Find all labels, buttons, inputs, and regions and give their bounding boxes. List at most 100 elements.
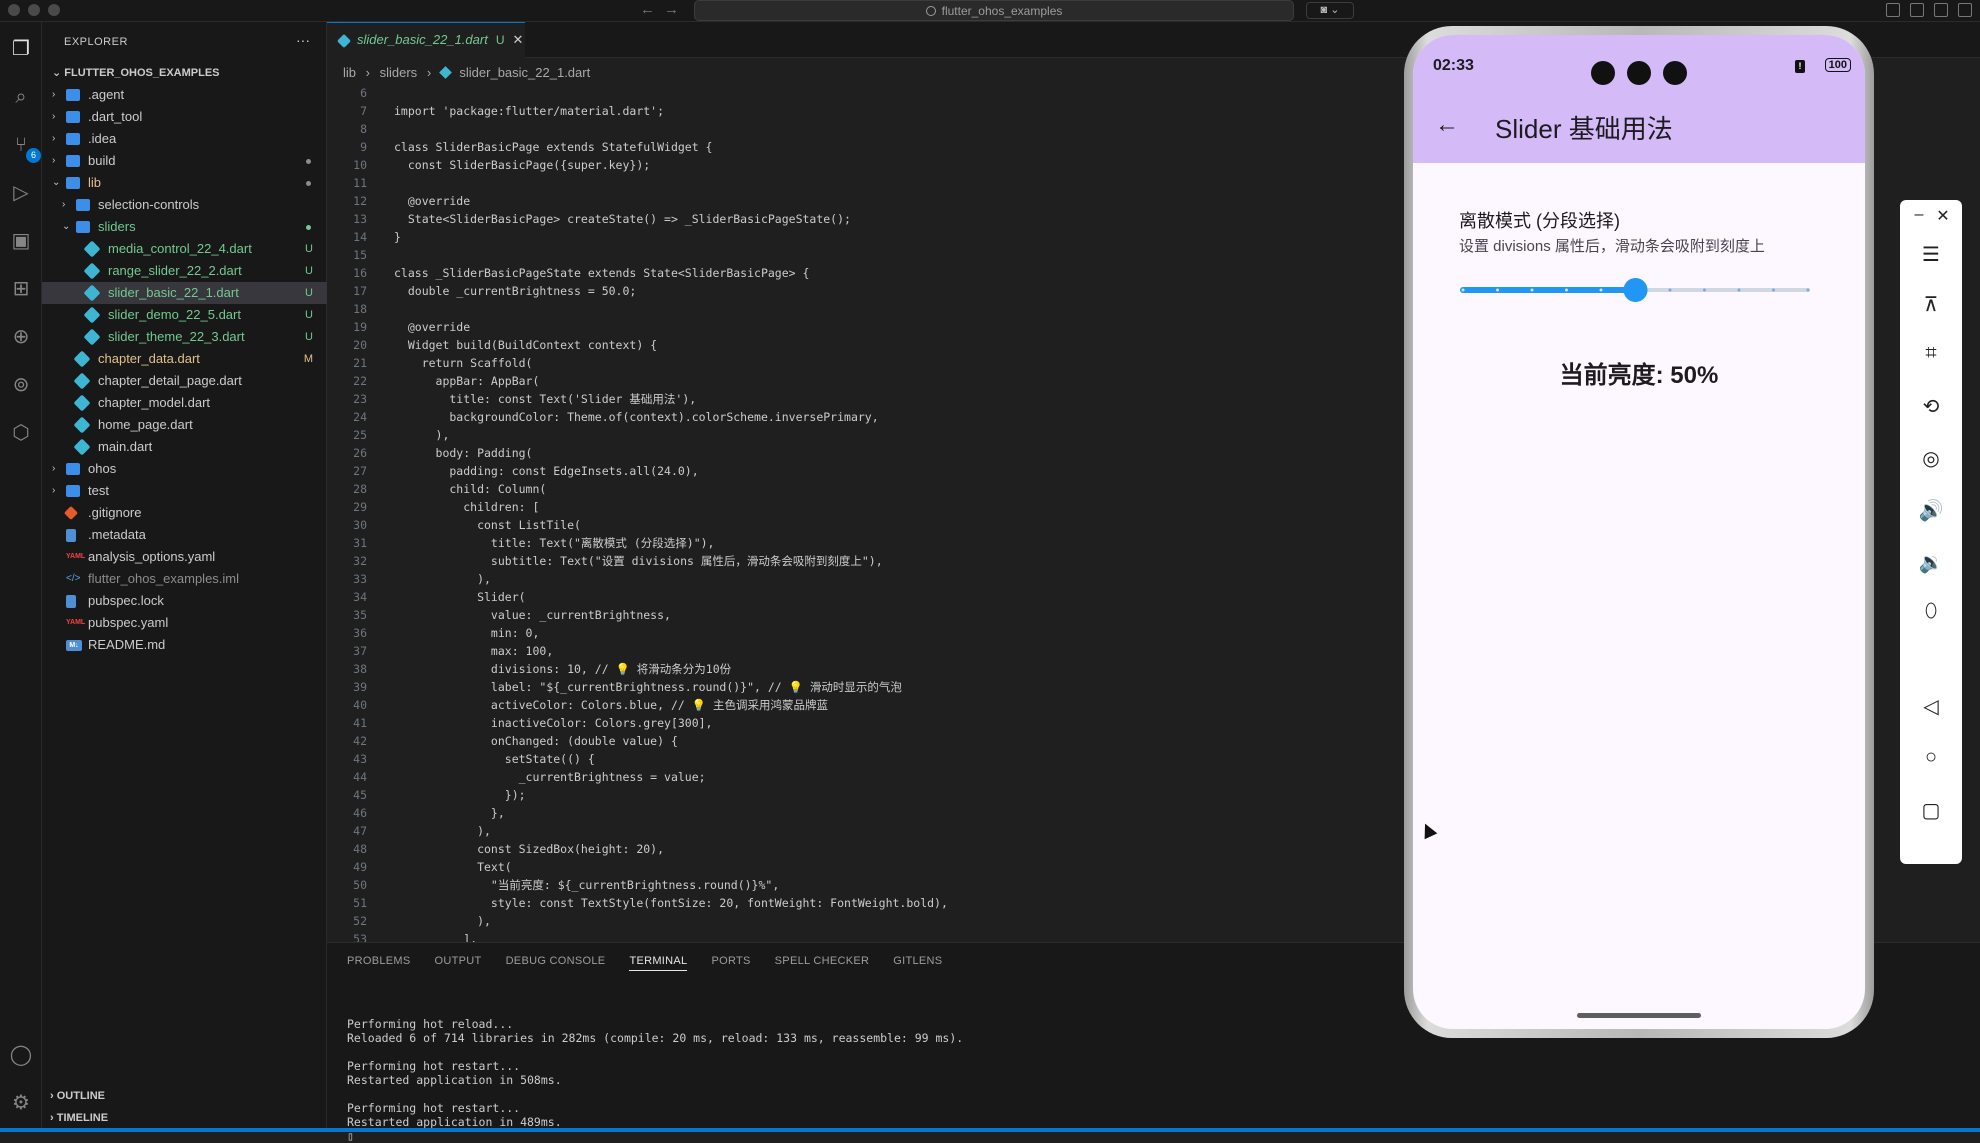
timeline-section[interactable]: › TIMELINE: [50, 1112, 108, 1124]
volume-down-icon[interactable]: 🔉: [1900, 550, 1962, 575]
close-icon[interactable]: ✕: [512, 32, 523, 47]
shake-icon[interactable]: ⬯: [1900, 600, 1962, 623]
code-text: setState(() {: [394, 752, 595, 766]
chevron-right-icon[interactable]: ›: [52, 480, 64, 502]
extensions-icon[interactable]: ⊞: [8, 276, 34, 302]
menu-icon[interactable]: ☰: [1900, 242, 1962, 267]
home-icon[interactable]: ○: [1900, 746, 1962, 769]
panel-tab[interactable]: PROBLEMS: [347, 955, 411, 967]
back-arrow-icon[interactable]: ←: [1435, 111, 1459, 139]
terminal-output[interactable]: Performing hot reload... Reloaded 6 of 71…: [347, 1003, 963, 1143]
rotate-icon[interactable]: ⟲: [1900, 394, 1962, 419]
toggle-secondary-sidebar-icon[interactable]: [1958, 3, 1972, 17]
chevron-right-icon[interactable]: ›: [62, 194, 74, 216]
tree-item[interactable]: .metadata: [42, 524, 327, 546]
toggle-panel-icon[interactable]: [1934, 3, 1948, 17]
tree-item-label: ohos: [88, 461, 117, 476]
code-text: divisions: 10, // 💡 将滑动条分为10份: [394, 662, 732, 676]
explorer-root[interactable]: ⌄ FLUTTER_OHOS_EXAMPLES: [52, 66, 220, 79]
panel-tab[interactable]: TERMINAL: [629, 955, 688, 971]
chevron-down-icon[interactable]: ⌄: [62, 216, 74, 238]
tree-item[interactable]: range_slider_22_2.dart U: [42, 260, 327, 282]
code-text: title: Text("离散模式 (分段选择)"),: [394, 536, 715, 550]
chevron-right-icon[interactable]: ›: [52, 106, 64, 128]
breadcrumb-item[interactable]: slider_basic_22_1.dart: [459, 65, 590, 80]
search-icon[interactable]: ⌕: [8, 84, 34, 110]
command-center-search[interactable]: flutter_ohos_examples: [694, 0, 1294, 21]
chevron-right-icon[interactable]: ›: [52, 458, 64, 480]
tree-item[interactable]: media_control_22_4.dart U: [42, 238, 327, 260]
nav-back-icon[interactable]: ←: [640, 1, 655, 18]
toggle-sidebar-icon[interactable]: [1910, 3, 1924, 17]
pin-top-icon[interactable]: ⊼: [1900, 292, 1962, 317]
close-window-button[interactable]: [8, 4, 20, 16]
panel-tab[interactable]: PORTS: [711, 955, 750, 967]
home-indicator[interactable]: [1577, 1013, 1701, 1018]
panel-tab[interactable]: GITLENS: [893, 955, 942, 967]
more-actions-icon[interactable]: ···: [296, 32, 310, 48]
tree-item[interactable]: YAML analysis_options.yaml: [42, 546, 327, 568]
git-graph-icon[interactable]: ⊚: [8, 372, 34, 398]
tree-item[interactable]: › test: [42, 480, 327, 502]
volume-up-icon[interactable]: 🔊: [1900, 498, 1962, 523]
tree-item[interactable]: </> flutter_ohos_examples.iml: [42, 568, 327, 590]
gear-icon[interactable]: ⚙: [8, 1090, 34, 1116]
outline-section[interactable]: › OUTLINE: [50, 1090, 105, 1102]
layout-icon[interactable]: [1886, 3, 1900, 17]
tree-item[interactable]: YAML pubspec.yaml: [42, 612, 327, 634]
tree-item[interactable]: chapter_detail_page.dart: [42, 370, 327, 392]
tree-item[interactable]: ⌄ lib: [42, 172, 327, 194]
run-debug-icon[interactable]: ▷: [8, 180, 34, 206]
code-line: 36 min: 0,: [327, 624, 1407, 642]
tree-item[interactable]: ⌄ sliders: [42, 216, 327, 238]
code-editor[interactable]: 6 7 import 'package:flutter/material.dart'…: [327, 84, 1407, 946]
tree-item[interactable]: › .agent: [42, 84, 327, 106]
chevron-right-icon[interactable]: ›: [52, 150, 64, 172]
panel-tab[interactable]: SPELL CHECKER: [775, 955, 870, 967]
account-icon[interactable]: ◯: [8, 1042, 34, 1068]
crop-icon[interactable]: ⌗: [1900, 342, 1962, 365]
breadcrumb-item[interactable]: lib: [343, 65, 356, 80]
minimize-window-button[interactable]: [28, 4, 40, 16]
chevron-right-icon[interactable]: ›: [52, 84, 64, 106]
gitlens-icon[interactable]: ⊕: [8, 324, 34, 350]
tree-item-label: .metadata: [88, 527, 146, 542]
tree-item[interactable]: › .idea: [42, 128, 327, 150]
copilot-button[interactable]: ◙ ⌄: [1306, 2, 1354, 19]
breadcrumb-item[interactable]: sliders: [380, 65, 418, 80]
line-number: 24: [353, 410, 367, 424]
brightness-slider[interactable]: [1453, 275, 1823, 305]
tree-item[interactable]: chapter_data.dart M: [42, 348, 327, 370]
panel-tab[interactable]: DEBUG CONSOLE: [506, 955, 606, 967]
screenshot-icon[interactable]: ◎: [1900, 446, 1962, 471]
tree-item[interactable]: .gitignore: [42, 502, 327, 524]
back-icon[interactable]: ◁: [1900, 694, 1962, 719]
panel-tab[interactable]: OUTPUT: [435, 955, 482, 967]
explorer-icon[interactable]: ❐: [8, 36, 34, 62]
code-line: 52 ),: [327, 912, 1407, 930]
remote-explorer-icon[interactable]: ▣: [8, 228, 34, 254]
tree-item[interactable]: › ohos: [42, 458, 327, 480]
slider-thumb[interactable]: [1623, 278, 1648, 302]
chevron-right-icon[interactable]: ›: [52, 128, 64, 150]
close-icon[interactable]: ✕: [1912, 206, 1974, 226]
tree-item[interactable]: › selection-controls: [42, 194, 327, 216]
tree-item[interactable]: slider_theme_22_3.dart U: [42, 326, 327, 348]
source-control-icon[interactable]: ⑂ 6: [8, 132, 41, 163]
recents-icon[interactable]: ▢: [1900, 798, 1962, 823]
tree-item[interactable]: chapter_model.dart: [42, 392, 327, 414]
tree-item[interactable]: M↓ README.md: [42, 634, 327, 656]
terminal-line: Performing hot restart...: [347, 1101, 521, 1115]
packages-icon[interactable]: ⬡: [8, 420, 34, 446]
tree-item[interactable]: › build: [42, 150, 327, 172]
tree-item[interactable]: main.dart: [42, 436, 327, 458]
tree-item[interactable]: pubspec.lock: [42, 590, 327, 612]
nav-forward-icon[interactable]: →: [664, 1, 679, 18]
tree-item[interactable]: slider_basic_22_1.dart U: [42, 282, 327, 304]
tab-slider-basic[interactable]: slider_basic_22_1.dart U ✕: [327, 22, 525, 58]
tree-item[interactable]: › .dart_tool: [42, 106, 327, 128]
tree-item[interactable]: slider_demo_22_5.dart U: [42, 304, 327, 326]
chevron-down-icon[interactable]: ⌄: [52, 172, 64, 194]
maximize-window-button[interactable]: [48, 4, 60, 16]
tree-item[interactable]: home_page.dart: [42, 414, 327, 436]
